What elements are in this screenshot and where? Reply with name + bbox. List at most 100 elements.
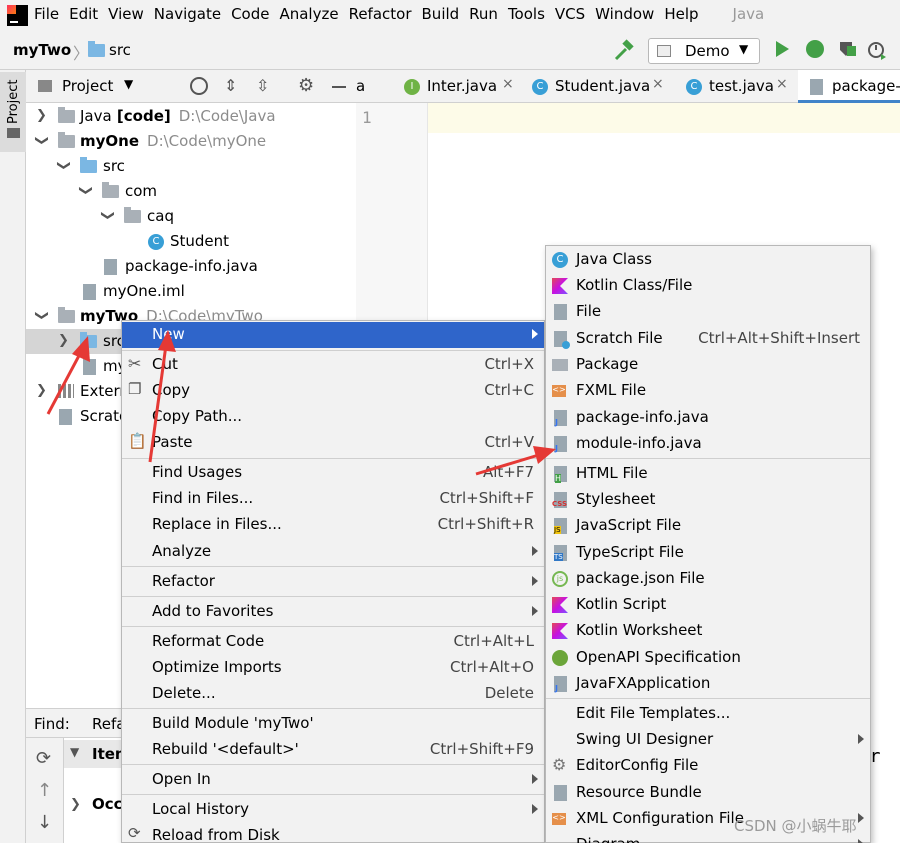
- menu-item-cut[interactable]: ✂ Cut Ctrl+X: [122, 352, 544, 378]
- menu-item-analyze[interactable]: Analyze: [122, 539, 544, 565]
- new-package-json[interactable]: js package.json File: [546, 566, 870, 592]
- menu-navigate[interactable]: Navigate: [154, 5, 221, 23]
- new-resource-bundle[interactable]: Resource Bundle: [546, 780, 870, 806]
- menu-item-replace-in-files[interactable]: Replace in Files... Ctrl+Shift+R: [122, 512, 544, 538]
- menu-tools[interactable]: Tools: [508, 5, 545, 23]
- new-kotlin-script[interactable]: Kotlin Script: [546, 592, 870, 618]
- new-file[interactable]: File: [546, 299, 870, 325]
- menu-view[interactable]: View: [108, 5, 144, 23]
- arrow-up-icon[interactable]: ↑: [37, 780, 52, 801]
- new-editorconfig-file[interactable]: ⚙ EditorConfig File: [546, 753, 870, 779]
- chevron-down-icon[interactable]: ❯: [34, 310, 49, 321]
- new-html-file[interactable]: HTML File: [546, 461, 870, 487]
- menu-item-find-in-files[interactable]: Find in Files... Ctrl+Shift+F: [122, 486, 544, 512]
- project-view-selector[interactable]: Project: [62, 77, 113, 95]
- chevron-right-icon[interactable]: ❯: [58, 333, 69, 348]
- new-typescript-file[interactable]: TypeScript File: [546, 540, 870, 566]
- tree-item-com[interactable]: ❯ com: [26, 179, 356, 204]
- menu-vcs[interactable]: VCS: [555, 5, 585, 23]
- chevron-right-icon[interactable]: ❯: [36, 108, 47, 123]
- debug-icon[interactable]: [806, 40, 824, 58]
- menu-edit[interactable]: Edit: [69, 5, 98, 23]
- menu-item-find-usages[interactable]: Find Usages Alt+F7: [122, 460, 544, 486]
- menu-item-reformat-code[interactable]: Reformat Code Ctrl+Alt+L: [122, 629, 544, 655]
- tree-item-caq[interactable]: ❯ caq: [26, 204, 356, 229]
- new-module-info[interactable]: module-info.java: [546, 431, 870, 457]
- menu-item-refactor[interactable]: Refactor: [122, 569, 544, 595]
- chevron-right-icon[interactable]: ❯: [70, 797, 81, 812]
- collapse-all-icon[interactable]: ⇳: [256, 76, 269, 95]
- profiler-icon[interactable]: [867, 40, 887, 60]
- new-fxml-file[interactable]: <> FXML File: [546, 378, 870, 404]
- editor-tab-package-info-active[interactable]: package-: [798, 70, 900, 103]
- menu-run[interactable]: Run: [469, 5, 498, 23]
- menu-item-new[interactable]: New: [122, 322, 544, 348]
- new-package-info[interactable]: package-info.java: [546, 405, 870, 431]
- new-java-class[interactable]: C Java Class: [546, 247, 870, 273]
- menu-help[interactable]: Help: [664, 5, 698, 23]
- chevron-right-icon[interactable]: ❯: [36, 383, 47, 398]
- menu-build[interactable]: Build: [422, 5, 460, 23]
- menu-code[interactable]: Code: [231, 5, 269, 23]
- menu-item-local-history[interactable]: Local History: [122, 797, 544, 823]
- arrow-down-icon[interactable]: ↓: [37, 812, 52, 833]
- menu-item-optimize-imports[interactable]: Optimize Imports Ctrl+Alt+O: [122, 655, 544, 681]
- editor-tab-truncated[interactable]: a: [356, 70, 396, 103]
- chevron-down-icon[interactable]: ❯: [100, 210, 115, 221]
- new-stylesheet[interactable]: Stylesheet: [546, 487, 870, 513]
- tree-item-myone-iml[interactable]: myOne.iml: [26, 279, 356, 304]
- tree-item-package-info[interactable]: package-info.java: [26, 254, 356, 279]
- menu-refactor[interactable]: Refactor: [349, 5, 412, 23]
- editor-tab-inter[interactable]: I Inter.java ×: [402, 70, 520, 103]
- chevron-down-icon[interactable]: ❯: [34, 135, 49, 146]
- new-javascript-file[interactable]: JavaScript File: [546, 513, 870, 539]
- menu-analyze[interactable]: Analyze: [279, 5, 338, 23]
- menu-item-delete[interactable]: Delete... Delete: [122, 681, 544, 707]
- chevron-down-icon[interactable]: ❯: [78, 185, 93, 196]
- new-kotlin-worksheet[interactable]: Kotlin Worksheet: [546, 618, 870, 644]
- menu-item-reload-from-disk[interactable]: ⟳ Reload from Disk: [122, 823, 544, 843]
- hammer-icon[interactable]: [612, 39, 636, 63]
- minimize-icon[interactable]: [332, 86, 346, 88]
- menu-item-build-module[interactable]: Build Module 'myTwo': [122, 711, 544, 737]
- dropdown-arrow-icon[interactable]: ▼: [124, 77, 133, 91]
- close-icon[interactable]: ×: [502, 76, 514, 92]
- close-icon[interactable]: ×: [652, 76, 664, 92]
- breadcrumb-folder[interactable]: src: [109, 41, 131, 59]
- close-icon[interactable]: ×: [776, 76, 788, 92]
- breadcrumb-project[interactable]: myTwo: [13, 41, 71, 59]
- chevron-down-icon[interactable]: ❯: [56, 160, 71, 171]
- tree-item-java-module[interactable]: ❯ Java [code] D:\Code\Java: [26, 104, 356, 129]
- editor-current-line[interactable]: [428, 103, 900, 133]
- tree-item-student[interactable]: C Student: [26, 229, 356, 254]
- new-javafx-application[interactable]: JavaFXApplication: [546, 671, 870, 697]
- tree-item-src[interactable]: ❯ src: [26, 154, 356, 179]
- refresh-icon[interactable]: ⟳: [36, 748, 51, 769]
- gear-icon[interactable]: ⚙: [298, 75, 314, 96]
- tree-item-myone-module[interactable]: ❯ myOne D:\Code\myOne: [26, 129, 356, 154]
- find-results-group[interactable]: Occ: [92, 795, 123, 813]
- chevron-down-icon[interactable]: ▼: [70, 745, 79, 759]
- menu-window[interactable]: Window: [595, 5, 654, 23]
- menu-item-open-in[interactable]: Open In: [122, 767, 544, 793]
- editor-tab-student[interactable]: C Student.java ×: [530, 70, 670, 103]
- new-swing-ui-designer[interactable]: Swing UI Designer: [546, 727, 870, 753]
- menu-item-shortcut: Ctrl+C: [484, 381, 534, 399]
- menu-item-copy[interactable]: ❐ Copy Ctrl+C: [122, 378, 544, 404]
- menu-item-rebuild[interactable]: Rebuild '<default>' Ctrl+Shift+F9: [122, 737, 544, 763]
- run-icon[interactable]: [776, 41, 789, 57]
- menu-file[interactable]: File: [34, 5, 59, 23]
- menu-item-copy-path[interactable]: Copy Path...: [122, 404, 544, 430]
- new-scratch-file[interactable]: Scratch File Ctrl+Alt+Shift+Insert: [546, 326, 870, 352]
- coverage-icon[interactable]: [838, 40, 856, 58]
- menu-item-paste[interactable]: 📋 Paste Ctrl+V: [122, 430, 544, 456]
- new-package[interactable]: Package: [546, 352, 870, 378]
- new-kotlin-class[interactable]: Kotlin Class/File: [546, 273, 870, 299]
- menu-item-add-to-favorites[interactable]: Add to Favorites: [122, 599, 544, 625]
- run-configuration-select[interactable]: Demo ▼: [648, 38, 760, 64]
- edit-file-templates[interactable]: Edit File Templates...: [546, 701, 870, 727]
- new-openapi-spec[interactable]: OpenAPI Specification: [546, 645, 870, 671]
- locate-icon[interactable]: [190, 77, 208, 95]
- editor-tab-test[interactable]: C test.java ×: [684, 70, 794, 103]
- expand-all-icon[interactable]: ⇕: [224, 76, 237, 95]
